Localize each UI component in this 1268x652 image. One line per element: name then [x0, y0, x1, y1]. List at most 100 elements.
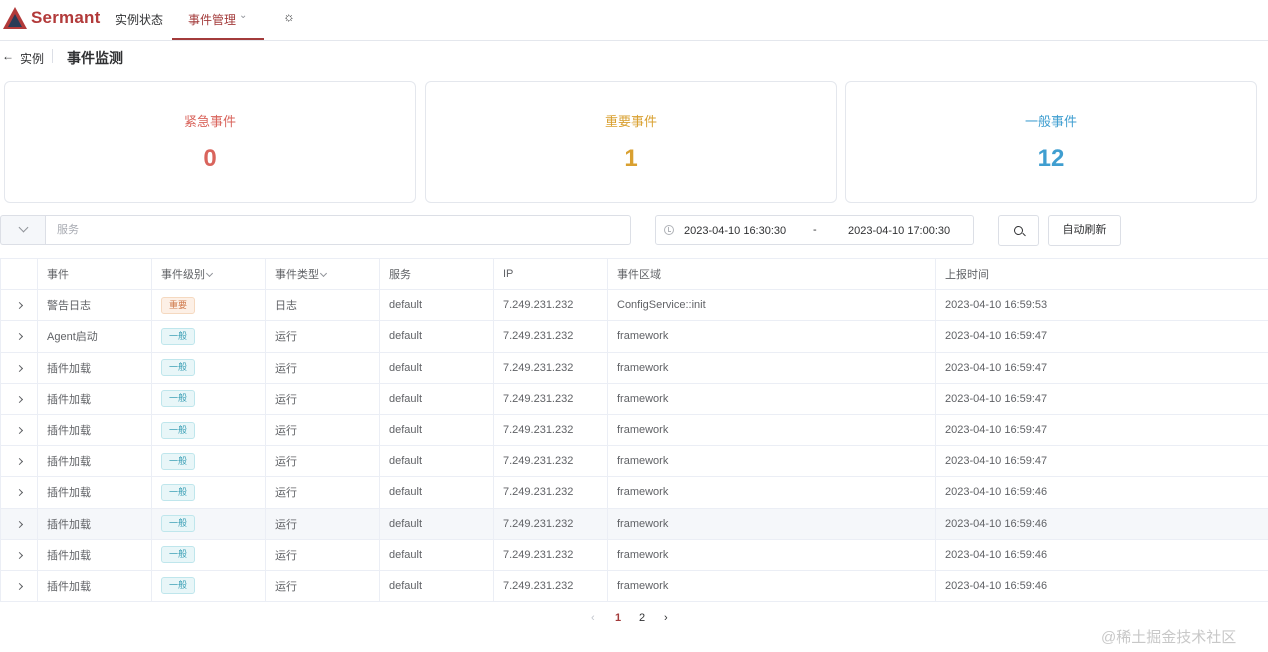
table-row[interactable]: 插件加载 一般 运行 default 7.249.231.232 framework 202… — [0, 352, 1268, 384]
event-service: default — [379, 570, 494, 603]
pagination-prev-button[interactable]: ‹ — [591, 612, 595, 624]
event-name: 警告日志 — [37, 289, 152, 322]
level-tag: 一般 — [161, 421, 196, 439]
row-expand-cell[interactable] — [0, 352, 38, 384]
auto-refresh-button[interactable]: 自动刷新 — [1048, 215, 1121, 246]
event-area: framework — [607, 570, 936, 603]
chevron-right-icon[interactable] — [15, 582, 23, 591]
event-type: 运行 — [265, 570, 380, 603]
event-ip: 7.249.231.232 — [493, 539, 608, 571]
event-name: 插件加载 — [37, 476, 152, 509]
event-level-cell: 一般 — [151, 570, 266, 603]
header-level-label: 事件级别 — [161, 269, 205, 282]
event-ip: 7.249.231.232 — [493, 508, 608, 540]
event-time: 2023-04-10 16:59:46 — [935, 539, 1268, 571]
event-name: 插件加载 — [37, 539, 152, 571]
date-range-separator: - — [813, 224, 817, 236]
back-link[interactable]: 实例 — [20, 50, 44, 67]
table-row[interactable]: 插件加载 一般 运行 default 7.249.231.232 framework 202… — [0, 539, 1268, 571]
nav-instance-status[interactable]: 实例状态 — [115, 11, 163, 28]
date-end-value[interactable]: 2023-04-10 17:00:30 — [848, 225, 950, 237]
filter-type-select[interactable] — [0, 215, 46, 245]
event-level-cell: 重要 — [151, 289, 266, 322]
event-name: 插件加载 — [37, 352, 152, 384]
chevron-right-icon[interactable] — [15, 333, 23, 341]
event-ip: 7.249.231.232 — [493, 476, 608, 509]
level-tag: 一般 — [161, 515, 196, 533]
table-row[interactable]: Agent启动 一般 运行 default 7.249.231.232 framework… — [0, 320, 1268, 353]
table-row[interactable]: 插件加载 一般 运行 default 7.249.231.232 framework 202… — [0, 414, 1268, 447]
event-ip: 7.249.231.232 — [493, 383, 608, 415]
event-time: 2023-04-10 16:59:53 — [935, 289, 1268, 322]
important-events-card: 重要事件 1 — [425, 81, 837, 203]
event-type: 运行 — [265, 383, 380, 415]
event-service: default — [379, 352, 494, 384]
event-type: 运行 — [265, 320, 380, 353]
table-row[interactable]: 插件加载 一般 运行 default 7.249.231.232 framework 202… — [0, 508, 1268, 540]
pagination-page-1[interactable]: 1 — [615, 612, 621, 624]
event-time: 2023-04-10 16:59:46 — [935, 570, 1268, 603]
search-icon — [1014, 226, 1023, 235]
event-name: Agent启动 — [37, 320, 152, 353]
chevron-right-icon[interactable] — [15, 302, 23, 310]
event-area: framework — [607, 508, 936, 540]
chevron-down-icon[interactable]: ⌄ — [239, 10, 247, 21]
date-range-picker[interactable]: 2023-04-10 16:30:30 - 2023-04-10 17:00:3… — [655, 215, 974, 245]
nav-event-management[interactable]: 事件管理 — [188, 11, 236, 28]
table-row[interactable]: 插件加载 一般 运行 default 7.249.231.232 framework 202… — [0, 476, 1268, 509]
event-level-cell: 一般 — [151, 508, 266, 540]
row-expand-cell[interactable] — [0, 476, 38, 509]
date-start-value[interactable]: 2023-04-10 16:30:30 — [684, 225, 786, 237]
event-type: 运行 — [265, 539, 380, 571]
event-service: default — [379, 414, 494, 447]
level-tag: 一般 — [161, 483, 196, 501]
chevron-right-icon[interactable] — [15, 551, 23, 559]
chevron-right-icon[interactable] — [15, 458, 23, 466]
event-name: 插件加载 — [37, 383, 152, 415]
chevron-right-icon[interactable] — [15, 520, 23, 528]
chevron-down-icon — [18, 222, 29, 233]
row-expand-cell[interactable] — [0, 383, 38, 415]
important-events-count: 1 — [624, 145, 638, 172]
search-button[interactable] — [998, 215, 1039, 246]
chevron-right-icon[interactable] — [15, 489, 23, 497]
back-arrow-icon[interactable]: ← — [2, 49, 14, 63]
table-row[interactable]: 警告日志 重要 日志 default 7.249.231.232 ConfigServic… — [0, 289, 1268, 322]
event-time: 2023-04-10 16:59:47 — [935, 414, 1268, 447]
row-expand-cell[interactable] — [0, 570, 38, 603]
chevron-down-icon[interactable] — [205, 270, 214, 278]
sun-icon[interactable]: ☼ — [283, 9, 295, 24]
event-type: 运行 — [265, 445, 380, 478]
chevron-right-icon[interactable] — [15, 426, 23, 435]
row-expand-cell[interactable] — [0, 320, 38, 353]
table-row[interactable]: 插件加载 一般 运行 default 7.249.231.232 framework 202… — [0, 383, 1268, 415]
header-level[interactable]: 事件级别 — [151, 257, 266, 291]
table-row[interactable]: 插件加载 一般 运行 default 7.249.231.232 framework 202… — [0, 445, 1268, 478]
event-name: 插件加载 — [37, 570, 152, 603]
service-search-input[interactable] — [45, 215, 631, 245]
clock-icon — [664, 225, 674, 235]
chevron-right-icon[interactable] — [15, 364, 23, 372]
event-ip: 7.249.231.232 — [493, 570, 608, 603]
row-expand-cell[interactable] — [0, 289, 38, 322]
row-expand-cell[interactable] — [0, 508, 38, 540]
row-expand-cell[interactable] — [0, 414, 38, 447]
pagination-next-button[interactable]: › — [664, 612, 668, 624]
row-expand-cell[interactable] — [0, 539, 38, 571]
event-type: 日志 — [265, 289, 380, 322]
row-expand-cell[interactable] — [0, 445, 38, 478]
level-tag: 一般 — [161, 327, 196, 345]
pagination-page-2[interactable]: 2 — [639, 612, 645, 624]
chevron-down-icon[interactable] — [319, 270, 328, 278]
header-type[interactable]: 事件类型 — [265, 257, 380, 291]
event-area: framework — [607, 445, 936, 478]
table-row[interactable]: 插件加载 一般 运行 default 7.249.231.232 framework 202… — [0, 570, 1268, 603]
event-time: 2023-04-10 16:59:47 — [935, 352, 1268, 384]
event-area: ConfigService::init — [607, 289, 936, 322]
chevron-right-icon[interactable] — [15, 395, 23, 403]
brand-name[interactable]: Sermant — [31, 8, 100, 28]
table-header-row: 事件 事件级别 事件类型 服务 IP 事件区域 上报时间 — [0, 257, 1268, 291]
header-ip: IP — [493, 257, 608, 291]
event-level-cell: 一般 — [151, 383, 266, 415]
level-tag: 重要 — [161, 296, 196, 314]
